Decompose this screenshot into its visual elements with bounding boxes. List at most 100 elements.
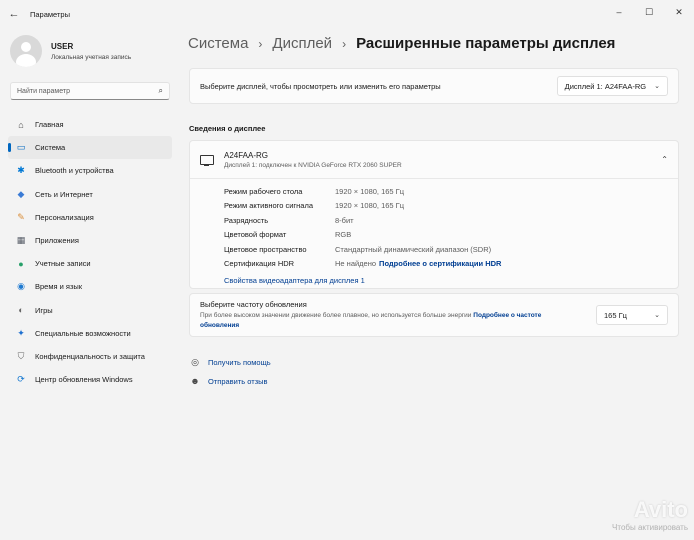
refresh-rate-title: Выберите частоту обновления (200, 299, 307, 309)
info-row: Режим активного сигнала 1920 × 1080, 165… (224, 199, 678, 214)
sidebar-item[interactable]: ⛉ Конфиденциальность и защита (8, 345, 172, 368)
feedback-icon: ☻ (190, 376, 200, 386)
info-value: 8-бит (335, 215, 354, 225)
display-select-label: Выберите дисплей, чтобы просмотреть или … (200, 81, 441, 91)
info-row: Цветовой формат RGB (224, 228, 678, 243)
accessibility-icon: ✦ (17, 327, 25, 338)
system-icon: ▭ (16, 142, 26, 153)
sidebar-item[interactable]: ✦ Специальные возможности (8, 322, 172, 345)
chevron-down-icon: ⌄ (654, 83, 660, 90)
avatar (10, 35, 42, 67)
sidebar-item[interactable]: ◐ Игры (8, 299, 172, 322)
chevron-down-icon: ⌄ (654, 312, 660, 319)
wifi-icon: ◆ (17, 188, 25, 199)
back-arrow-icon[interactable]: ← (0, 0, 28, 28)
search-input[interactable]: Найти параметр ⌕ (10, 82, 170, 100)
chevron-up-icon[interactable]: ⌃ (661, 155, 668, 164)
refresh-rate-card: Выберите частоту обновления При более вы… (189, 293, 679, 337)
watermark-activation-text: Чтобы активировать (612, 523, 688, 532)
sidebar-item[interactable]: ● Учетные записи (8, 252, 172, 275)
refresh-rate-dropdown[interactable]: 165 Гц ⌄ (596, 305, 668, 325)
refresh-rate-description: При более высоком значении движение боле… (200, 311, 580, 331)
sidebar-item-label: Учетные записи (35, 259, 91, 269)
globe-icon: ◉ (17, 281, 25, 292)
sidebar-item[interactable]: ✎ Персонализация (8, 206, 172, 229)
sidebar-item-label: Приложения (35, 236, 79, 246)
info-value: RGB (335, 230, 352, 240)
display-dropdown-value: Дисплей 1: A24FAA-RG (564, 81, 647, 91)
breadcrumb-display[interactable]: Дисплей (272, 35, 332, 52)
sidebar-item-label: Центр обновления Windows (35, 375, 133, 385)
avito-watermark: Avito Чтобы активировать (612, 497, 688, 532)
info-value: 1920 × 1080, 165 Гц (335, 186, 405, 196)
info-row: Режим рабочего стола 1920 × 1080, 165 Гц (224, 184, 678, 199)
breadcrumb: Система › Дисплей › Расширенные параметр… (188, 35, 615, 52)
refresh-rate-desc-text: При более высоком значении движение боле… (200, 311, 472, 319)
sidebar-item[interactable]: ⌂ Главная (8, 113, 172, 136)
title-bar: ← Параметры – ☐ ✕ (0, 0, 694, 28)
sidebar-nav: ⌂ Главная ▭ Система ✱ Bluetooth и устройства ◆… (8, 113, 172, 391)
info-row: Разрядность 8-бит (224, 213, 678, 228)
sidebar-item[interactable]: ▦ Приложения (8, 229, 172, 252)
accounts-icon: ● (18, 258, 24, 269)
info-key: Разрядность (224, 215, 269, 225)
info-row: Цветовое пространство Стандартный динами… (224, 242, 678, 257)
monitor-icon (200, 154, 214, 166)
update-icon: ⟳ (17, 374, 25, 385)
sidebar-item-label: Время и язык (35, 282, 83, 292)
help-icon: ◎ (191, 357, 199, 367)
sidebar-item-label: Bluetooth и устройства (35, 166, 114, 176)
breadcrumb-system[interactable]: Система (188, 35, 248, 52)
search-placeholder: Найти параметр (17, 87, 70, 95)
maximize-icon[interactable]: ☐ (634, 0, 664, 24)
display-info-header[interactable]: A24FAA-RG Дисплей 1: подключен к NVIDIA … (190, 141, 678, 179)
monitor-description: Дисплей 1: подключен к NVIDIA GeForce RT… (224, 161, 402, 169)
profile-subtitle: Локальная учетная запись (51, 53, 132, 61)
chevron-right-icon: › (342, 37, 347, 51)
info-value: Не найдено (335, 259, 377, 269)
sidebar-item-label: Игры (35, 305, 53, 315)
sidebar-item[interactable]: ✱ Bluetooth и устройства (8, 159, 172, 182)
sidebar-item[interactable]: ▭ Система (8, 136, 172, 160)
sidebar-item[interactable]: ◉ Время и язык (8, 275, 172, 298)
search-icon: ⌕ (158, 86, 163, 95)
window-controls: – ☐ ✕ (604, 0, 694, 24)
feedback-label: Отправить отзыв (208, 376, 268, 386)
info-row: Сертификация HDR Не найдено Подробнее о … (224, 257, 678, 272)
get-help-link[interactable]: ◎ Получить помощь (189, 357, 271, 368)
display-info-rows: Режим рабочего стола 1920 × 1080, 165 Гц… (190, 179, 678, 287)
close-icon[interactable]: ✕ (664, 0, 694, 24)
hdr-info-link[interactable]: Подробнее о сертификации HDR (379, 259, 501, 268)
sidebar-item-label: Главная (35, 120, 64, 130)
sidebar-item-label: Персонализация (35, 212, 94, 222)
display-select-card: Выберите дисплей, чтобы просмотреть или … (189, 68, 679, 104)
section-title: Сведения о дисплее (189, 124, 266, 133)
monitor-name: A24FAA-RG (224, 150, 269, 160)
sidebar-item[interactable]: ◆ Сеть и Интернет (8, 183, 172, 206)
bluetooth-icon: ✱ (17, 165, 25, 176)
display-info-card: A24FAA-RG Дисплей 1: подключен к NVIDIA … (189, 140, 679, 289)
sidebar-item-label: Сеть и Интернет (35, 189, 93, 199)
sidebar-item-label: Конфиденциальность и защита (35, 351, 145, 361)
info-key: Режим рабочего стола (224, 186, 303, 196)
watermark-brand: Avito (633, 497, 688, 522)
shield-icon: ⛉ (17, 350, 25, 361)
sidebar-item-label: Специальные возможности (35, 328, 131, 338)
get-help-label: Получить помощь (208, 358, 271, 367)
apps-icon: ▦ (16, 235, 26, 246)
minimize-icon[interactable]: – (604, 0, 634, 24)
gamepad-icon: ◐ (18, 305, 24, 316)
adapter-properties-link[interactable]: Свойства видеоадаптера для дисплея 1 (224, 273, 678, 287)
info-value: 1920 × 1080, 165 Гц (335, 201, 405, 211)
feedback-link[interactable]: ☻ Отправить отзыв (189, 376, 268, 386)
brush-icon: ✎ (17, 211, 25, 222)
info-value: Стандартный динамический диапазон (SDR) (335, 244, 492, 254)
user-profile[interactable]: USER Локальная учетная запись (10, 35, 131, 67)
sidebar-item[interactable]: ⟳ Центр обновления Windows (8, 368, 172, 391)
sidebar-item-label: Система (35, 143, 66, 153)
profile-name: USER (51, 41, 74, 51)
page-title: Расширенные параметры дисплея (356, 35, 616, 52)
display-dropdown[interactable]: Дисплей 1: A24FAA-RG ⌄ (556, 76, 668, 96)
info-key: Сертификация HDR (224, 259, 295, 269)
info-key: Цветовое пространство (224, 244, 307, 254)
